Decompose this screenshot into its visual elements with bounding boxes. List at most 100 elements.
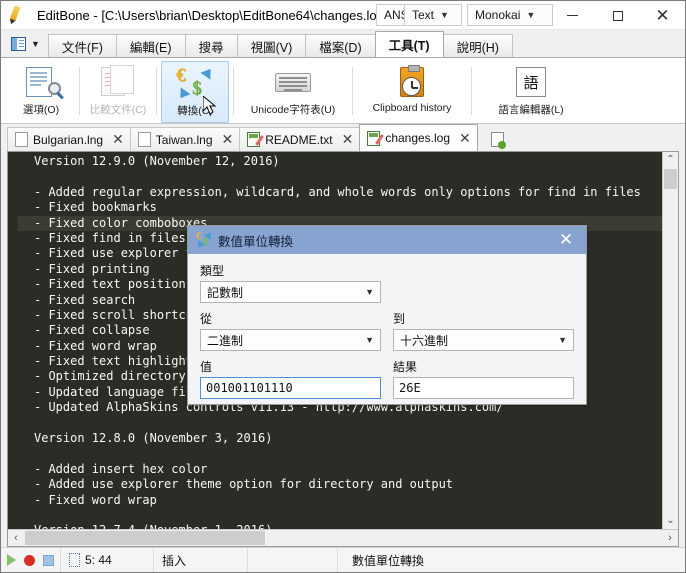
type-label: 類型 bbox=[200, 264, 225, 278]
ribbon-separator bbox=[471, 67, 472, 115]
caret-position-cell[interactable]: 5: 44 bbox=[61, 548, 154, 572]
status-blank-cell bbox=[248, 548, 338, 572]
file-tab-1[interactable]: Taiwan.lng ✕ bbox=[129, 127, 241, 151]
editor-line: Version 12.8.0 (November 3, 2016) bbox=[34, 431, 273, 446]
scrollbar-thumb[interactable] bbox=[664, 169, 677, 189]
macro-controls bbox=[1, 548, 61, 572]
editor-line: Version 12.9.0 (November 12, 2016) bbox=[34, 154, 280, 168]
menu-tab-0[interactable]: 文件(F) bbox=[47, 34, 117, 57]
menu-tab-label: 搜尋 bbox=[198, 40, 224, 55]
value-input[interactable]: 001001101110 bbox=[200, 377, 381, 399]
chevron-down-icon: ▼ bbox=[31, 39, 40, 49]
horizontal-scrollbar[interactable]: ‹ › bbox=[8, 529, 678, 546]
type-select[interactable]: 記數制 ▼ bbox=[200, 281, 381, 303]
file-tab-2[interactable]: README.txt ✕ bbox=[239, 127, 361, 151]
window-controls: ✕ bbox=[550, 1, 685, 30]
file-tab-3[interactable]: changes.log ✕ bbox=[359, 124, 478, 151]
dialog-close-button[interactable]: ✕ bbox=[546, 226, 586, 254]
compare-documents-icon bbox=[98, 65, 138, 99]
to-field: 到 十六進制 ▼ bbox=[393, 310, 574, 351]
new-document-button[interactable] bbox=[485, 127, 511, 151]
from-field: 從 二進制 ▼ bbox=[200, 310, 381, 351]
panel-layout-button[interactable]: ▼ bbox=[5, 32, 44, 56]
close-icon[interactable]: ✕ bbox=[222, 131, 234, 148]
chevron-left-icon[interactable]: ‹ bbox=[8, 532, 24, 544]
menu-tab-3[interactable]: 視圖(V) bbox=[236, 34, 307, 57]
chevron-right-icon[interactable]: › bbox=[662, 532, 678, 544]
chevron-up-icon[interactable]: ⌃ bbox=[666, 152, 674, 168]
close-icon[interactable]: ✕ bbox=[342, 131, 354, 148]
ribbon-item-clipboard-history[interactable]: Clipboard history bbox=[357, 61, 467, 123]
highlighter-combo-label: Text bbox=[412, 8, 435, 22]
value-label: 值 bbox=[200, 360, 213, 374]
menu-bar: ▼ 文件(F) 編輯(E) 搜尋 視圖(V) 檔案(D) 工具(T) 說明(H) bbox=[1, 30, 685, 57]
options-document-magnifier-icon bbox=[21, 65, 61, 99]
editor-line: - Added use explorer theme option for di… bbox=[34, 477, 454, 492]
ribbon-label: 語言編輯器(L) bbox=[498, 104, 564, 116]
play-macro-icon[interactable] bbox=[7, 554, 16, 566]
chevron-down-icon: ▼ bbox=[440, 10, 449, 20]
editor-line: - Added insert hex color bbox=[34, 461, 208, 476]
file-tab-bar: Bulgarian.lng ✕ Taiwan.lng ✕ README.txt ✕ chan… bbox=[1, 123, 685, 151]
ribbon-label: 選項(O) bbox=[22, 104, 60, 116]
result-output[interactable]: 26E bbox=[393, 377, 574, 399]
editbone-window: EditBone - [C:\Users\brian\Desktop\EditB… bbox=[0, 0, 686, 573]
keyboard-icon bbox=[273, 65, 313, 99]
type-row-spacer bbox=[393, 262, 574, 310]
ribbon-item-language-editor[interactable]: 語 語言編輯器(L) bbox=[476, 61, 586, 123]
from-select[interactable]: 二進制 ▼ bbox=[200, 329, 381, 351]
file-tab-label: Bulgarian.lng bbox=[33, 132, 104, 147]
menu-tab-label: 文件(F) bbox=[61, 40, 103, 55]
dialog-from-to-row: 從 二進制 ▼ 到 十六進制 ▼ bbox=[200, 310, 574, 358]
close-icon[interactable]: ✕ bbox=[112, 131, 124, 148]
insert-mode-cell[interactable]: 插入 bbox=[154, 548, 248, 572]
editor-gutter bbox=[8, 152, 18, 529]
close-icon[interactable]: ✕ bbox=[459, 130, 471, 147]
stop-macro-icon[interactable] bbox=[43, 554, 54, 566]
ribbon-item-unicode-table[interactable]: Unicode字符表(U) bbox=[238, 61, 348, 123]
ribbon-item-convert[interactable]: € $ 轉換(C) bbox=[161, 61, 229, 123]
dialog-title: 數值單位轉換 bbox=[218, 234, 294, 249]
file-tab-0[interactable]: Bulgarian.lng ✕ bbox=[7, 127, 131, 151]
vertical-scrollbar[interactable]: ⌃ ⌄ bbox=[662, 152, 678, 529]
from-select-value: 二進制 bbox=[207, 333, 244, 348]
to-label: 到 bbox=[393, 312, 406, 326]
file-tab-label: README.txt bbox=[265, 132, 333, 147]
window-title: EditBone - [C:\Users\brian\Desktop\EditB… bbox=[37, 7, 388, 23]
currency-convert-icon: € $ bbox=[195, 230, 214, 250]
record-macro-icon[interactable] bbox=[24, 554, 35, 566]
menu-tab-4[interactable]: 檔案(D) bbox=[305, 34, 376, 57]
chevron-down-icon: ▼ bbox=[365, 287, 374, 297]
caret-position-text: 5: 44 bbox=[85, 553, 112, 567]
minimize-button[interactable] bbox=[550, 1, 595, 30]
chevron-down-icon: ▼ bbox=[558, 335, 567, 345]
menu-tab-6[interactable]: 說明(H) bbox=[442, 34, 513, 57]
dialog-value-result-row: 值 001001101110 結果 26E bbox=[200, 358, 574, 406]
dialog-title-bar: € $ 數值單位轉換 ✕ bbox=[188, 226, 586, 254]
chevron-down-icon[interactable]: ⌄ bbox=[666, 513, 674, 529]
menu-tab-label: 編輯(E) bbox=[129, 40, 172, 55]
to-select[interactable]: 十六進制 ▼ bbox=[393, 329, 574, 351]
highlighter-combo[interactable]: Text ▼ bbox=[404, 4, 462, 26]
ribbon-item-options[interactable]: 選項(O) bbox=[7, 61, 75, 123]
maximize-button[interactable] bbox=[595, 1, 640, 30]
close-button[interactable]: ✕ bbox=[640, 1, 685, 30]
ribbon-item-compare[interactable]: 比較文件(C) bbox=[84, 61, 152, 123]
ribbon-label: Unicode字符表(U) bbox=[250, 104, 336, 116]
theme-combo-label: Monokai bbox=[475, 8, 521, 22]
editor-line: - Fixed bookmarks bbox=[34, 200, 157, 215]
menu-tab-5[interactable]: 工具(T) bbox=[374, 31, 444, 57]
ribbon-separator bbox=[233, 67, 234, 115]
theme-combo[interactable]: Monokai ▼ bbox=[467, 4, 553, 26]
currency-convert-icon: € $ bbox=[175, 65, 216, 102]
value-field: 值 001001101110 bbox=[200, 358, 381, 399]
edited-file-icon bbox=[247, 132, 261, 147]
menu-tab-1[interactable]: 編輯(E) bbox=[115, 34, 186, 57]
ribbon-toolbar: 選項(O) 比較文件(C) € $ 轉換(C) Unicode字符表(U) Cl… bbox=[1, 57, 685, 123]
scrollbar-thumb[interactable] bbox=[25, 531, 265, 545]
menu-tab-2[interactable]: 搜尋 bbox=[184, 34, 238, 57]
ribbon-separator bbox=[156, 67, 157, 115]
